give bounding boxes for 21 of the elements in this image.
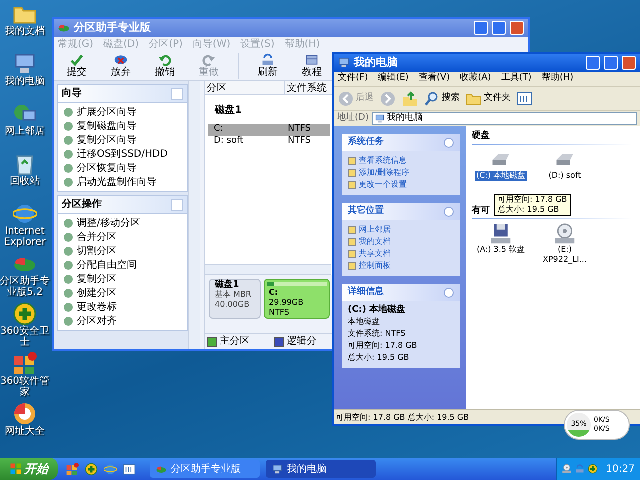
details-text: 总大小: 19.5 GB (348, 352, 410, 364)
address-label: 地址(D) (337, 112, 369, 125)
group-header: 硬盘 (472, 130, 490, 143)
panel-title: 向导 (62, 86, 82, 101)
disk-label: 磁盘1 (214, 104, 243, 118)
details-text: 文件系统: NTFS (348, 328, 407, 340)
window-title: 我的电脑 (354, 54, 399, 71)
details-heading: (C:) 本地磁盘 (348, 305, 407, 316)
panel-title: 详细信息 (348, 286, 384, 299)
legend-label: 主分区 (220, 334, 250, 349)
tooltip-text: 可用空间: 17.8 GB (498, 195, 568, 205)
panel-title: 其它位置 (348, 204, 384, 218)
clock: 10:27 (606, 462, 635, 476)
legend-label: 逻辑分 (287, 334, 317, 349)
group-header: 有可 (472, 204, 490, 218)
window-title: 分区助手专业版 (74, 20, 152, 36)
tooltip-text: 总大小: 19.5 GB (498, 205, 560, 215)
panel-title: 分区操作 (62, 198, 102, 212)
panel-title: 系统任务 (348, 136, 384, 149)
details-text: 可用空间: 17.8 GB (348, 340, 418, 352)
details-text: 本地磁盘 (348, 316, 381, 328)
